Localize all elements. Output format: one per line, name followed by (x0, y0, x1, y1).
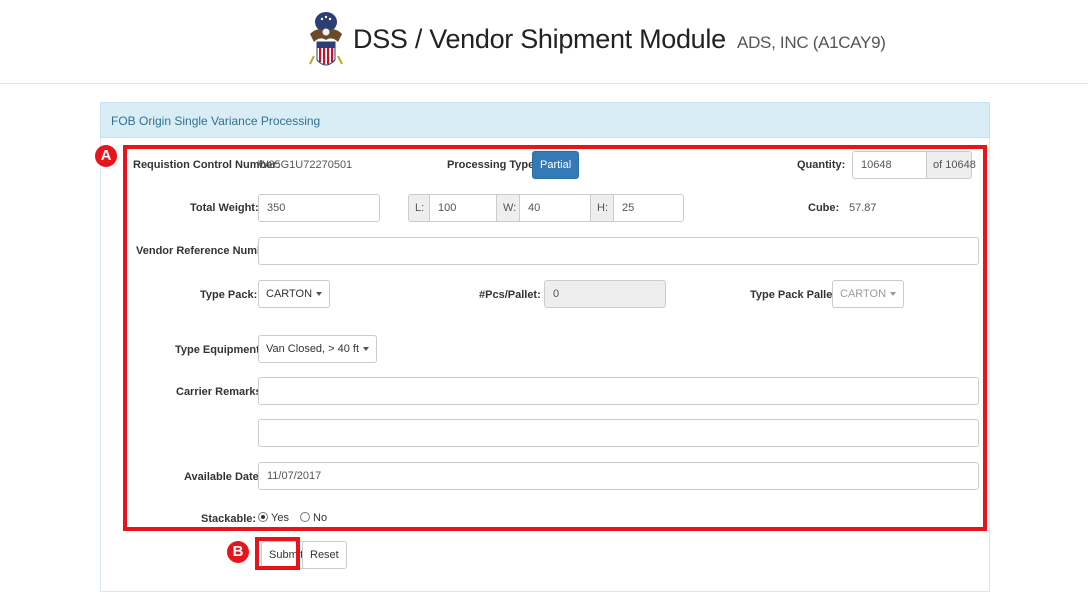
annotation-marker-b: B (227, 541, 249, 563)
company-name: ADS, INC (A1CAY9) (737, 33, 886, 52)
annotation-marker-a: A (95, 145, 117, 167)
app-title-text: DSS / Vendor Shipment Module (353, 24, 726, 54)
highlight-box-b (255, 537, 300, 570)
dla-eagle-seal-icon (309, 12, 343, 66)
app-title: DSS / Vendor Shipment Module ADS, INC (A… (353, 24, 886, 55)
panel-heading: FOB Origin Single Variance Processing (100, 102, 990, 138)
app-header: DSS / Vendor Shipment Module ADS, INC (A… (0, 0, 1088, 84)
highlight-box-a (123, 145, 987, 531)
reset-button[interactable]: Reset (302, 541, 347, 569)
